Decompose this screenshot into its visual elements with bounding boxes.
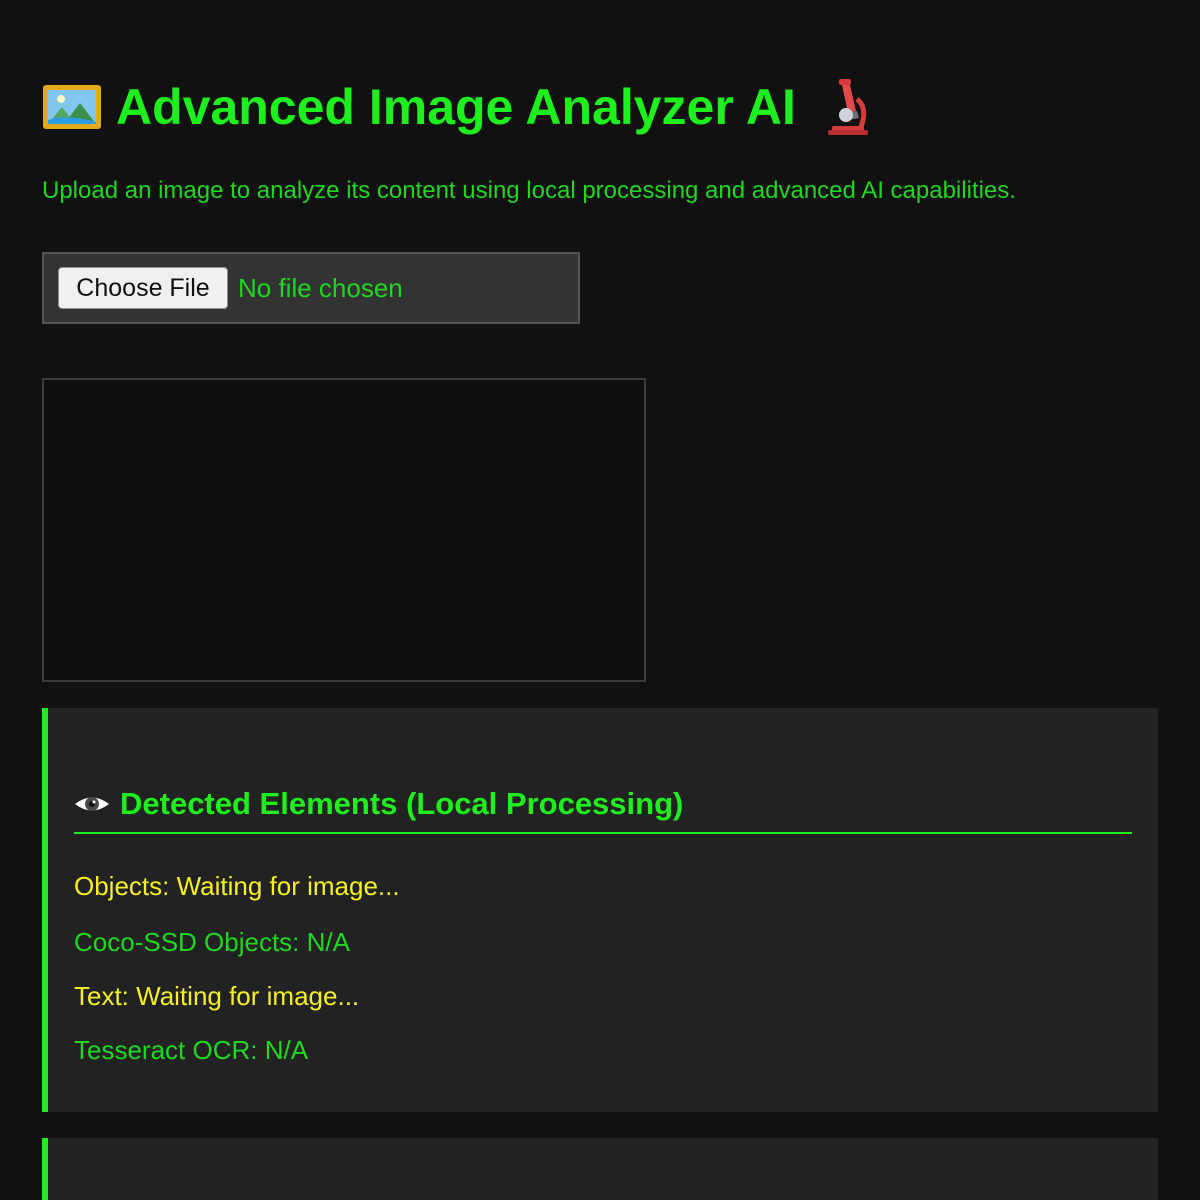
objects-status: Objects: Waiting for image... (74, 871, 400, 901)
page-subtitle: Upload an image to analyze its content u… (42, 177, 1016, 204)
file-upload-box: Choose File No file chosen (42, 252, 580, 324)
microscope-icon (827, 79, 868, 135)
file-status-text: No file chosen (238, 272, 403, 303)
detected-elements-panel: Detected Elements (Local Processing) Obj… (42, 708, 1158, 1112)
framed-picture-icon (43, 85, 101, 129)
eye-icon (75, 797, 109, 811)
heading-text: Detected Elements (Local Processing) (120, 786, 684, 821)
next-results-panel (42, 1138, 1158, 1200)
detected-elements-heading: Detected Elements (Local Processing) (74, 784, 1132, 834)
tesseract-ocr-status: Tesseract OCR: N/A (74, 1035, 309, 1065)
coco-ssd-objects-status: Coco-SSD Objects: N/A (74, 927, 350, 957)
page: Advanced Image Analyzer AI Upload an ima… (0, 0, 1200, 1200)
choose-file-button[interactable]: Choose File (58, 267, 228, 309)
image-preview-area (42, 378, 646, 682)
text-status: Text: Waiting for image... (74, 981, 360, 1011)
page-title: Advanced Image Analyzer AI (42, 72, 872, 142)
title-text: Advanced Image Analyzer AI (116, 79, 796, 135)
